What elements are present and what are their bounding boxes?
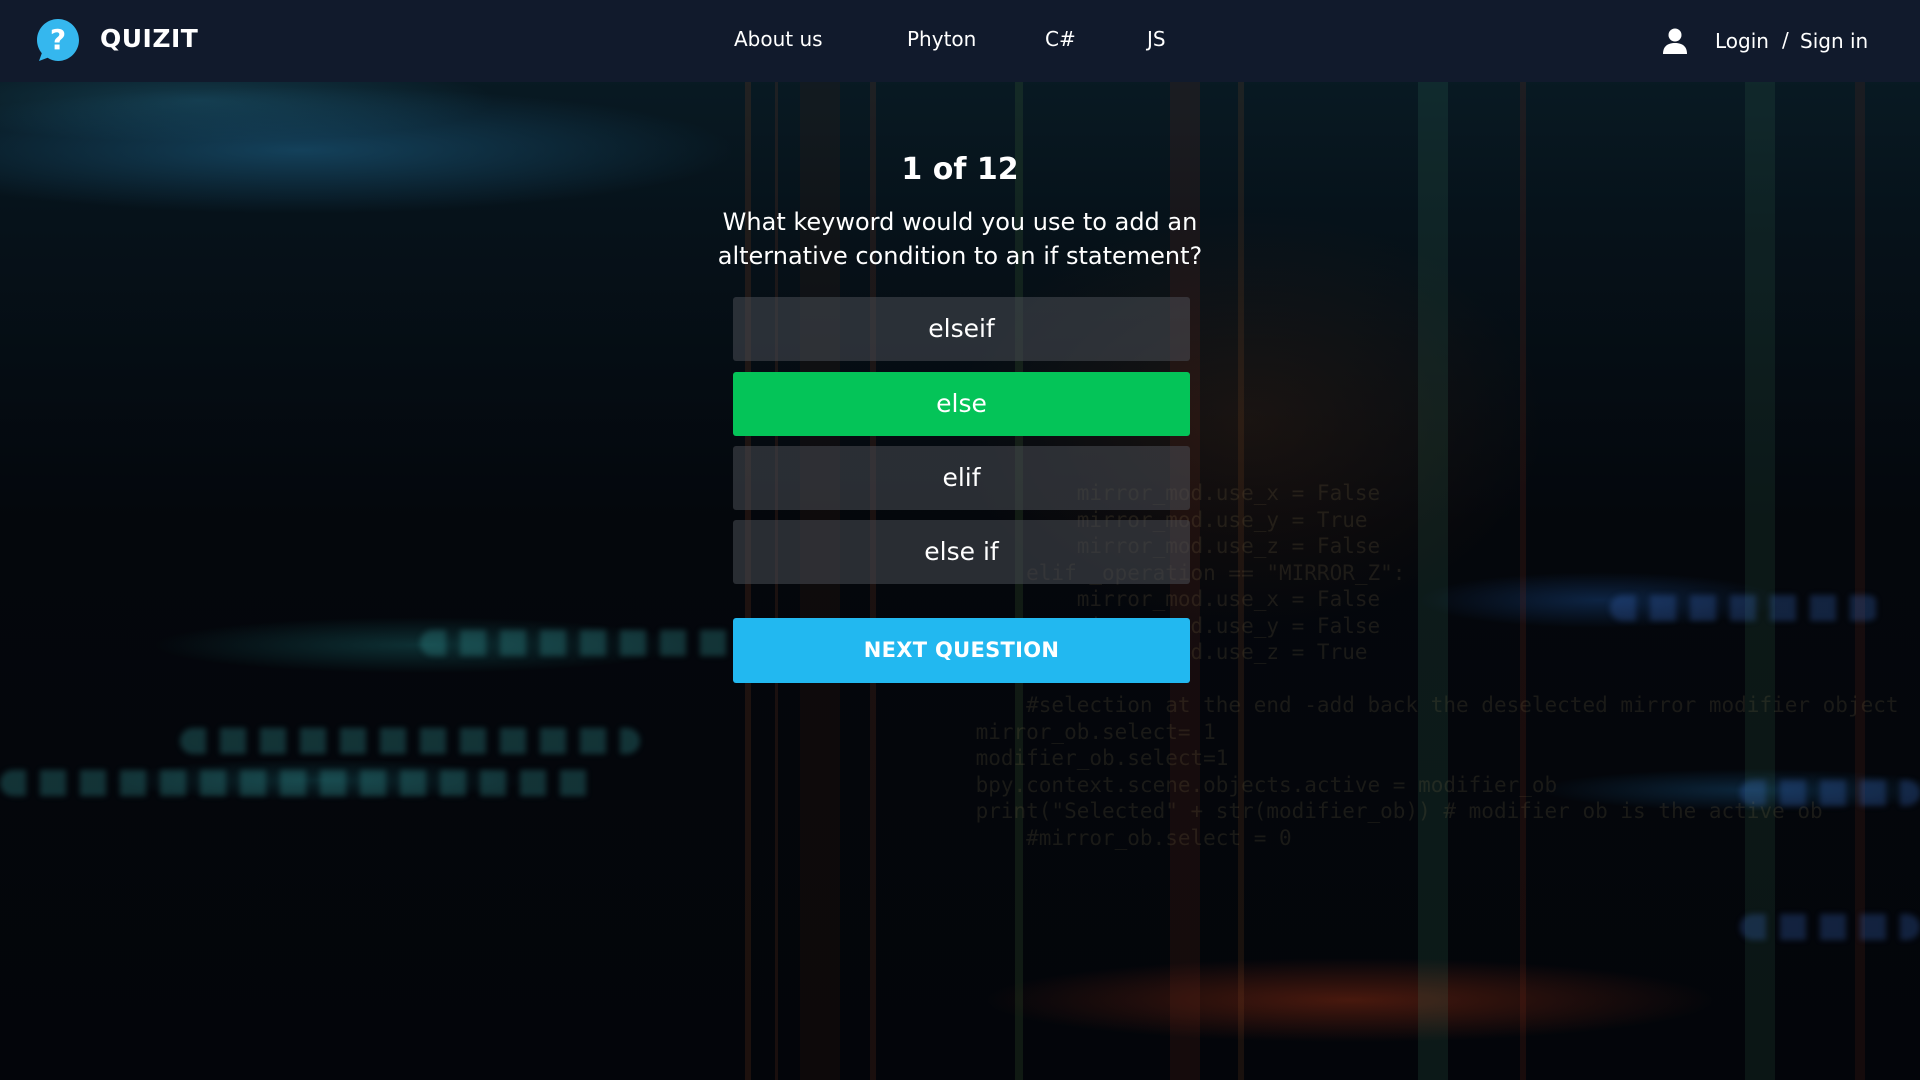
background-blur-dots bbox=[1740, 780, 1920, 806]
background-blur-dots bbox=[0, 770, 600, 796]
nav-link-phyton[interactable]: Phyton bbox=[907, 27, 976, 51]
background-blur-dots bbox=[1610, 595, 1880, 621]
quiz-page: mirror_mod.use_x = False mirror_mod.use_… bbox=[0, 0, 1920, 1080]
answer-option-elif[interactable]: elif bbox=[733, 446, 1190, 510]
answer-option-elseif[interactable]: elseif bbox=[733, 297, 1190, 361]
answer-option-else-correct[interactable]: else bbox=[733, 372, 1190, 436]
sign-in-link[interactable]: Sign in bbox=[1800, 29, 1868, 53]
login-link[interactable]: Login bbox=[1715, 29, 1769, 53]
nav-link-csharp[interactable]: C# bbox=[1045, 27, 1076, 51]
nav-link-about-us[interactable]: About us bbox=[734, 27, 823, 51]
background-blur-dots bbox=[180, 728, 640, 754]
background-stripe bbox=[1418, 82, 1448, 1080]
brand-name[interactable]: QUIZIT bbox=[100, 24, 198, 53]
question-counter: 1 of 12 bbox=[901, 152, 1019, 187]
auth-separator: / bbox=[1782, 28, 1789, 52]
next-question-button[interactable]: NEXT QUESTION bbox=[733, 618, 1190, 683]
answer-option-else-if[interactable]: else if bbox=[733, 520, 1190, 584]
top-navbar: ? QUIZIT About us Phyton C# JS Login / S… bbox=[0, 0, 1920, 82]
question-bubble-icon[interactable]: ? bbox=[34, 16, 82, 64]
nav-link-js[interactable]: JS bbox=[1147, 27, 1166, 51]
user-icon[interactable] bbox=[1662, 27, 1688, 55]
background-blur-dots bbox=[1740, 914, 1920, 940]
background-blur-dots bbox=[420, 630, 740, 656]
question-text: What keyword would you use to add an alt… bbox=[717, 208, 1203, 270]
svg-text:?: ? bbox=[50, 23, 66, 56]
background-stripe bbox=[1520, 82, 1526, 1080]
